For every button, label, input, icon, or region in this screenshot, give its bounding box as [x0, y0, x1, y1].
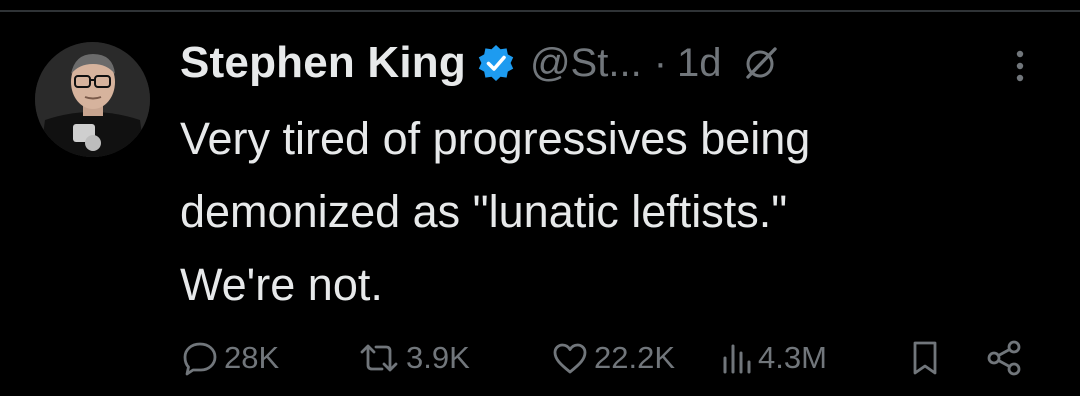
grok-icon[interactable] — [744, 46, 778, 80]
timestamp[interactable]: 1d — [677, 41, 722, 86]
repost-count: 3.9K — [406, 340, 470, 375]
tweet-header: Stephen King @St... · 1d — [180, 38, 778, 88]
bookmark-button[interactable] — [908, 336, 942, 380]
verified-badge-icon[interactable] — [476, 43, 516, 83]
share-button[interactable] — [984, 336, 1024, 380]
avatar[interactable] — [35, 42, 150, 157]
action-bar: 28K 3.9K 22.2K 4.3M — [180, 336, 1030, 380]
tweet[interactable]: Stephen King @St... · 1d Very tired of p… — [0, 0, 1080, 396]
separator-dot: · — [653, 40, 668, 85]
views-count: 4.3M — [758, 340, 827, 375]
views-icon — [720, 338, 754, 378]
author-handle[interactable]: @St... — [530, 41, 642, 86]
reply-icon — [180, 338, 220, 378]
like-count: 22.2K — [594, 340, 676, 375]
heart-icon — [550, 338, 590, 378]
more-vertical-icon[interactable] — [1010, 48, 1030, 88]
display-name[interactable]: Stephen King — [180, 38, 466, 88]
views-button[interactable]: 4.3M — [720, 336, 827, 380]
share-icon — [984, 338, 1024, 378]
bookmark-icon — [908, 338, 942, 378]
repost-button[interactable]: 3.9K — [356, 336, 470, 380]
tweet-text: Very tired of progressives being demoniz… — [180, 113, 811, 310]
like-button[interactable]: 22.2K — [550, 336, 675, 380]
repost-icon — [356, 338, 402, 378]
reply-button[interactable]: 28K — [180, 336, 279, 380]
reply-count: 28K — [224, 340, 280, 375]
